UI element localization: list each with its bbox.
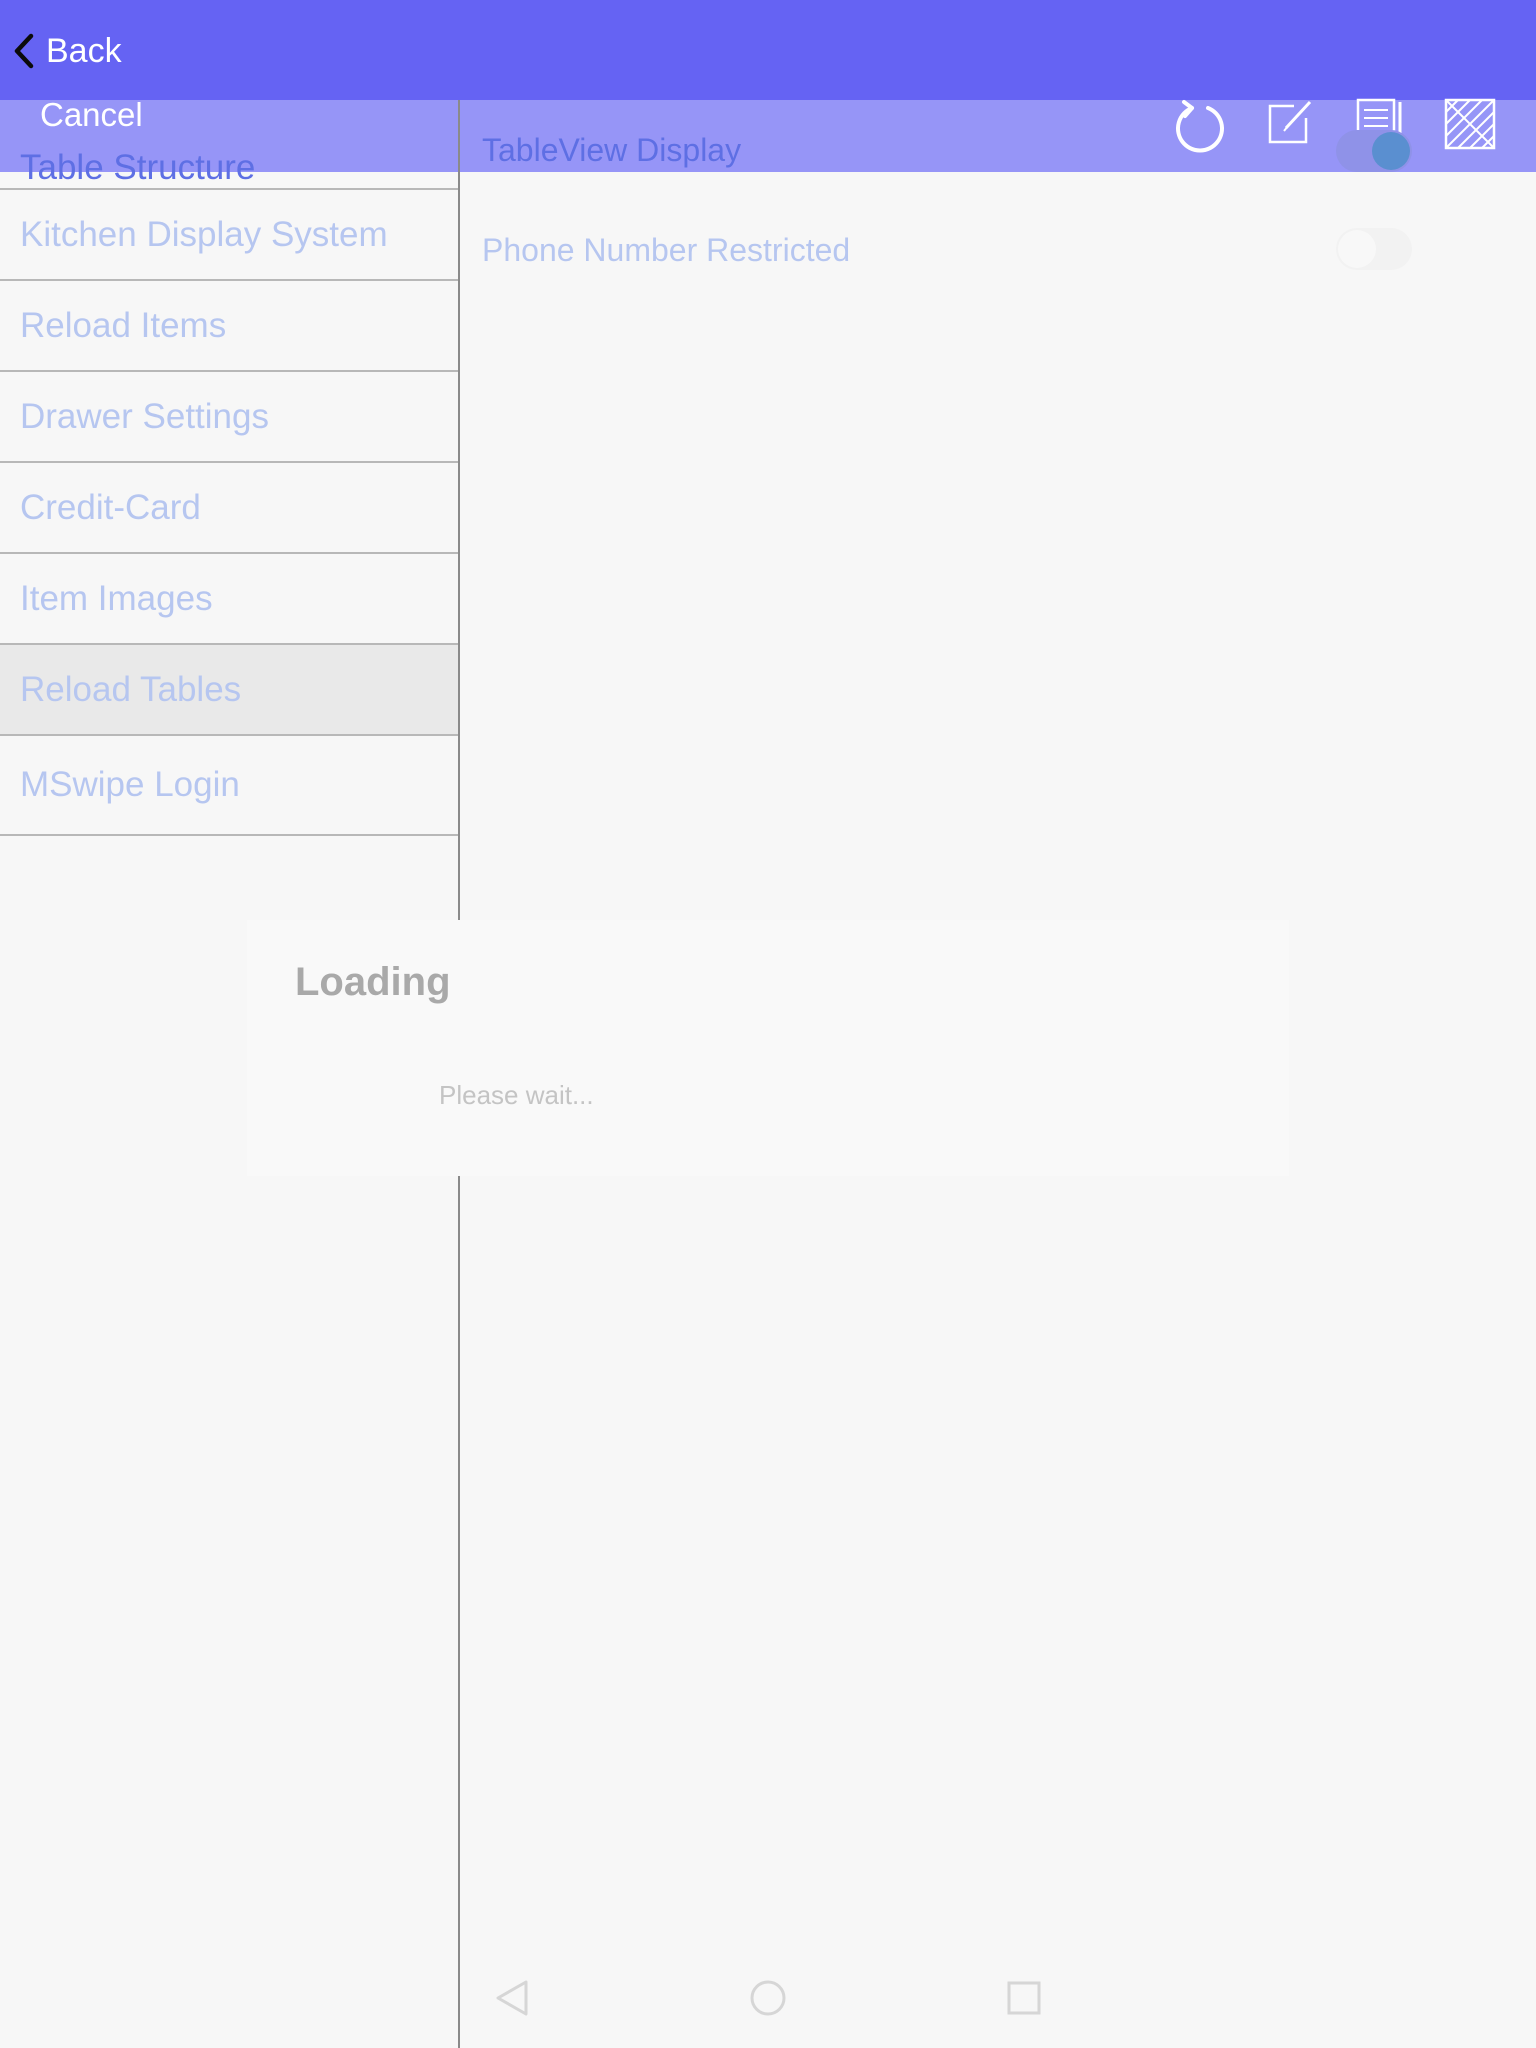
sidebar-item-label: Item Images	[20, 578, 213, 618]
refresh-icon[interactable]	[1172, 98, 1228, 159]
sidebar-item-drawer-settings[interactable]: Drawer Settings	[0, 372, 458, 463]
sidebar-item-item-images[interactable]: Item Images	[0, 554, 458, 645]
toggle-knob	[1372, 132, 1410, 170]
phone-number-restricted-label: Phone Number Restricted	[482, 232, 851, 268]
back-button[interactable]: Back	[12, 28, 122, 74]
grid-pattern-icon[interactable]	[1444, 98, 1496, 155]
tableview-display-toggle[interactable]	[1336, 130, 1412, 172]
back-label: Back	[46, 31, 122, 70]
sidebar-item-kitchen-display-system[interactable]: Kitchen Display System	[0, 190, 458, 281]
back-triangle-icon[interactable]	[494, 1978, 530, 2023]
toggle-knob	[1338, 230, 1376, 268]
loading-dialog	[247, 920, 1289, 1176]
sidebar-item-credit-card[interactable]: Credit-Card	[0, 463, 458, 554]
sidebar-item-label: Drawer Settings	[20, 396, 269, 436]
home-circle-icon[interactable]	[748, 1978, 788, 2023]
sidebar-item-label: Reload Items	[20, 305, 227, 345]
sidebar-item-mswipe-login[interactable]: MSwipe Login	[0, 736, 458, 836]
dialog-title: Loading	[295, 960, 451, 1004]
edit-icon[interactable]	[1266, 98, 1314, 151]
dialog-message: Please wait...	[439, 1080, 594, 1110]
sidebar-item-label: Credit-Card	[20, 487, 201, 527]
tableview-display-label: TableView Display	[482, 132, 742, 168]
sidebar-item-label: Table Structure	[20, 147, 256, 187]
sidebar-item-table-structure[interactable]: Table Structure	[0, 145, 458, 190]
sidebar-item-reload-items[interactable]: Reload Items	[0, 281, 458, 372]
top-app-bar	[0, 0, 1536, 100]
sidebar-item-label: Reload Tables	[20, 669, 242, 709]
cancel-button[interactable]: Cancel	[40, 96, 143, 134]
sidebar-item-label: MSwipe Login	[20, 765, 240, 804]
sidebar-item-reload-tables[interactable]: Reload Tables	[0, 645, 458, 736]
chevron-left-icon	[12, 33, 36, 69]
phone-number-restricted-toggle[interactable]	[1336, 228, 1412, 270]
recents-square-icon[interactable]	[1006, 1978, 1042, 2023]
sidebar-item-label: Kitchen Display System	[20, 214, 388, 254]
